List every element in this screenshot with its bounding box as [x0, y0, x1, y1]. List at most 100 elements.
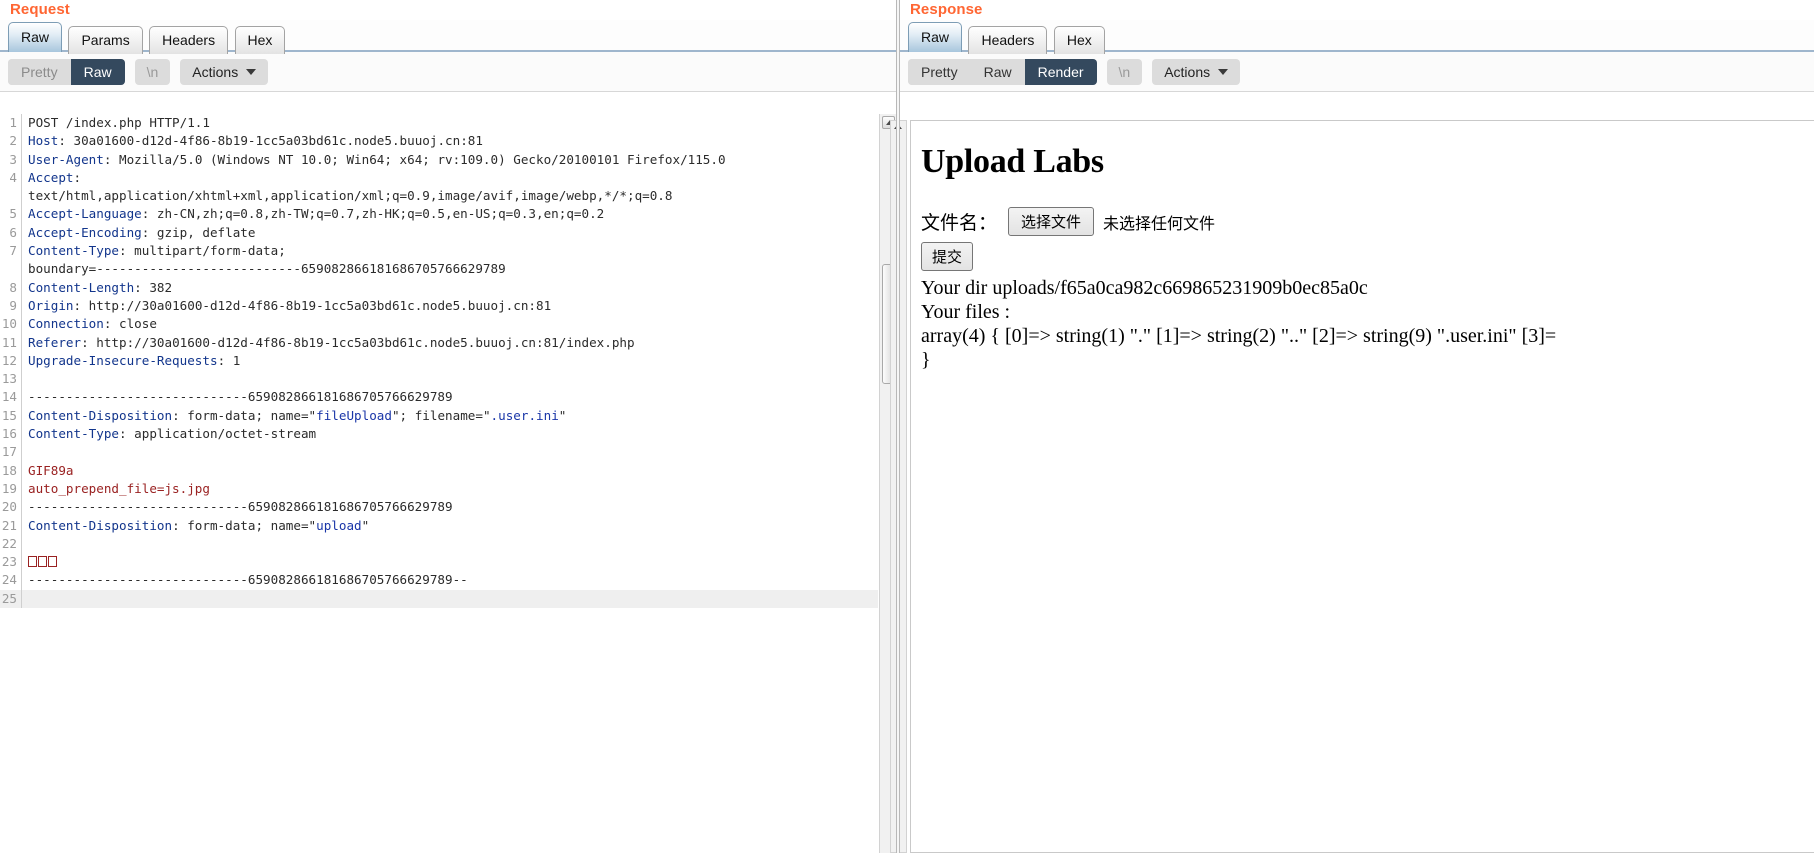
line-content: text/html,application/xhtml+xml,applicat…: [22, 187, 672, 205]
request-code-line: 14 -----------------------------659082866…: [0, 388, 878, 407]
response-pane: Response Raw Headers Hex Pretty Raw Rend…: [890, 0, 1814, 853]
request-code-line: 25: [0, 589, 878, 609]
chevron-down-icon: [246, 68, 257, 75]
request-code-line: 2 Host: 30a01600-d12d-4f86-8b19-1cc5a03bd…: [0, 132, 878, 151]
your-dir-line: Your dir uploads/f65a0ca982c669865231909…: [921, 277, 1368, 299]
request-code-line: 7 Content-Type: multipart/form-data;: [0, 242, 878, 261]
request-newline-toggle[interactable]: \n: [134, 58, 171, 85]
code-span: .user.ini: [490, 407, 559, 423]
line-content: Upgrade-Insecure-Requests: 1: [22, 352, 240, 370]
response-pretty-button[interactable]: Pretty: [908, 58, 971, 85]
request-raw-editor[interactable]: 1 POST /index.php HTTP/1.1 2 Host: 30a01600…: [0, 114, 878, 853]
request-view-mode-group: Pretty Raw: [8, 58, 125, 85]
line-content: -----------------------------65908286618…: [22, 498, 453, 516]
request-pane: Request Raw Params Headers Hex Pretty Ra…: [0, 0, 896, 853]
line-number: 8: [0, 278, 22, 297]
request-code-line: 9 Origin: http://30a01600-d12d-4f86-8b19-…: [0, 296, 878, 316]
code-span: ": [361, 517, 370, 533]
line-content: [22, 535, 36, 553]
code-span: : form-data; name=": [172, 407, 317, 423]
line-content: Content-Disposition: form-data; name="fi…: [22, 407, 566, 425]
line-content: Content-Length: 382: [22, 279, 172, 297]
request-code-line: text/html,application/xhtml+xml,applicat…: [0, 187, 878, 206]
code-span: : 382: [134, 279, 173, 295]
request-code-line: 24 -----------------------------659082866…: [0, 571, 878, 590]
line-content: User-Agent: Mozilla/5.0 (Windows NT 10.0…: [22, 151, 726, 169]
request-code-line: 6 Accept-Encoding: gzip, deflate: [0, 223, 878, 243]
request-editor-wrap: 1 POST /index.php HTTP/1.1 2 Host: 30a01600…: [0, 114, 896, 853]
code-span: Accept-Language: [28, 206, 142, 222]
request-tab-hex[interactable]: Hex: [234, 26, 286, 54]
line-content: -----------------------------65908286618…: [22, 571, 468, 589]
code-span: fileUpload: [316, 407, 392, 423]
code-span: : multipart/form-data;: [119, 243, 286, 259]
pane-splitter[interactable]: [896, 0, 900, 853]
chevron-down-icon: [1218, 68, 1229, 75]
response-actions-label: Actions: [1164, 63, 1211, 80]
code-span: ": [558, 407, 567, 423]
code-span: Content-Type: [28, 426, 119, 442]
submit-button[interactable]: 提交: [921, 242, 974, 271]
code-span: -----------------------------65908286618…: [28, 389, 453, 405]
request-code-line: 15 Content-Disposition: form-data; name="…: [0, 406, 878, 426]
code-span: :: [73, 169, 82, 185]
code-span: Accept: [28, 169, 74, 185]
code-span: POST /index.php HTTP/1.1: [28, 115, 210, 130]
line-content: Connection: close: [22, 315, 157, 333]
line-number: 7: [0, 242, 22, 261]
request-raw-button[interactable]: Raw: [70, 58, 125, 85]
response-render-button[interactable]: Render: [1024, 58, 1097, 85]
line-number: 11: [0, 333, 22, 352]
line-number: 9: [0, 296, 22, 316]
request-pretty-button[interactable]: Pretty: [8, 58, 71, 85]
files-array-dump: array(4) { [0]=> string(1) "." [1]=> str…: [921, 325, 1557, 347]
code-span: text/html,application/xhtml+xml,applicat…: [28, 188, 673, 204]
file-upload-row: 文件名： 选择文件 未选择任何文件: [921, 207, 1802, 236]
request-code-line: 8 Content-Length: 382: [0, 278, 878, 297]
submit-row: 提交: [921, 242, 1802, 276]
code-span: : application/octet-stream: [119, 426, 317, 442]
line-number: 25: [0, 589, 22, 609]
request-code-line: 23: [0, 553, 878, 572]
code-span: Content-Type: [28, 243, 119, 259]
code-span: : zh-CN,zh;q=0.8,zh-TW;q=0.7,zh-HK;q=0.5…: [141, 206, 605, 222]
code-span: Content-Disposition: [28, 517, 173, 533]
code-span: -----------------------------65908286618…: [28, 499, 453, 515]
request-toolbar: Pretty Raw \n Actions: [0, 52, 896, 92]
request-code-line: 19 auto_prepend_file=js.jpg: [0, 479, 878, 499]
request-tab-raw[interactable]: Raw: [8, 22, 63, 52]
request-tab-headers[interactable]: Headers: [149, 26, 229, 54]
line-number: 22: [0, 534, 22, 554]
response-pane-title: Response: [910, 1, 983, 18]
code-span: : gzip, deflate: [141, 224, 256, 240]
code-span: : http://30a01600-d12d-4f86-8b19-1cc5a03…: [73, 297, 552, 313]
request-actions-button[interactable]: Actions: [180, 58, 269, 85]
choose-file-button[interactable]: 选择文件: [1008, 207, 1095, 236]
request-tab-params[interactable]: Params: [68, 26, 143, 54]
response-view-mode-group: Pretty Raw Render: [908, 58, 1097, 85]
line-number: 1: [0, 114, 22, 133]
response-tab-raw[interactable]: Raw: [908, 22, 963, 52]
files-array-closing-brace: }: [921, 349, 931, 371]
code-span: User-Agent: [28, 151, 104, 167]
response-rendered-page: Upload Labs 文件名： 选择文件 未选择任何文件 提交 Your di…: [910, 120, 1814, 853]
response-actions-button[interactable]: Actions: [1152, 58, 1241, 85]
response-tab-headers[interactable]: Headers: [968, 26, 1048, 54]
line-number: [0, 187, 22, 206]
line-number: 5: [0, 205, 22, 224]
code-span: -----------------------------65908286618…: [28, 572, 468, 588]
line-number: [0, 260, 22, 279]
code-span: GIF89a: [28, 462, 74, 478]
line-content: boundary=---------------------------6590…: [22, 260, 506, 278]
line-content: [22, 443, 36, 461]
code-span: Origin: [28, 297, 74, 313]
line-number: 23: [0, 553, 22, 572]
response-toolbar: Pretty Raw Render \n Actions: [900, 52, 1814, 92]
unprintable-char-icon: [48, 556, 57, 568]
response-raw-button[interactable]: Raw: [970, 58, 1025, 85]
response-newline-toggle[interactable]: \n: [1106, 58, 1143, 85]
line-number: 13: [0, 370, 22, 389]
code-span: Connection: [28, 316, 104, 332]
response-tab-hex[interactable]: Hex: [1053, 26, 1105, 54]
line-content: Accept-Encoding: gzip, deflate: [22, 224, 255, 242]
